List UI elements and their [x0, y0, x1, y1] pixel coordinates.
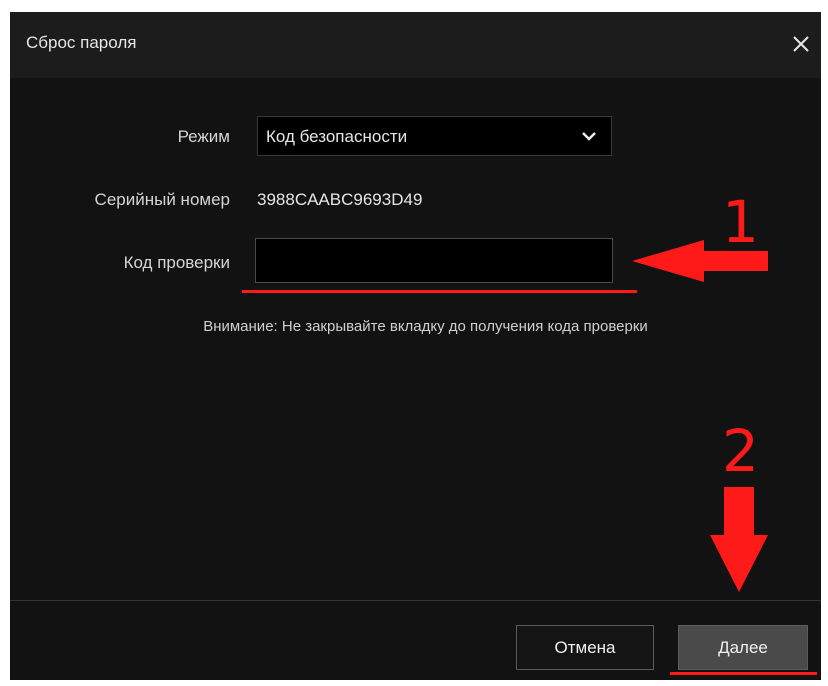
serial-value: 3988CAABC9693D49 [257, 190, 423, 209]
dialog-titlebar: Сброс пароля [10, 12, 821, 78]
next-button[interactable]: Далее [678, 625, 808, 670]
footer-divider [10, 600, 821, 601]
annotation-step-2: 2 [722, 417, 759, 485]
close-button[interactable] [787, 30, 815, 58]
password-reset-dialog: Сброс пароля Режим Код безопасности Сери… [10, 12, 821, 680]
mode-label: Режим [177, 127, 230, 146]
code-label: Код проверки [123, 253, 230, 272]
mode-select[interactable]: Код безопасности [257, 116, 612, 156]
mode-select-value: Код безопасности [266, 127, 408, 146]
annotation-step-1: 1 [722, 188, 759, 256]
dialog-title: Сброс пароля [26, 33, 137, 52]
verification-code-input[interactable] [255, 238, 613, 283]
cancel-button[interactable]: Отмена [516, 625, 654, 670]
close-icon [793, 36, 809, 52]
serial-label: Серийный номер [94, 190, 230, 209]
notice-text: Внимание: Не закрывайте вкладку до получ… [203, 318, 648, 335]
chevron-down-icon [582, 132, 596, 141]
